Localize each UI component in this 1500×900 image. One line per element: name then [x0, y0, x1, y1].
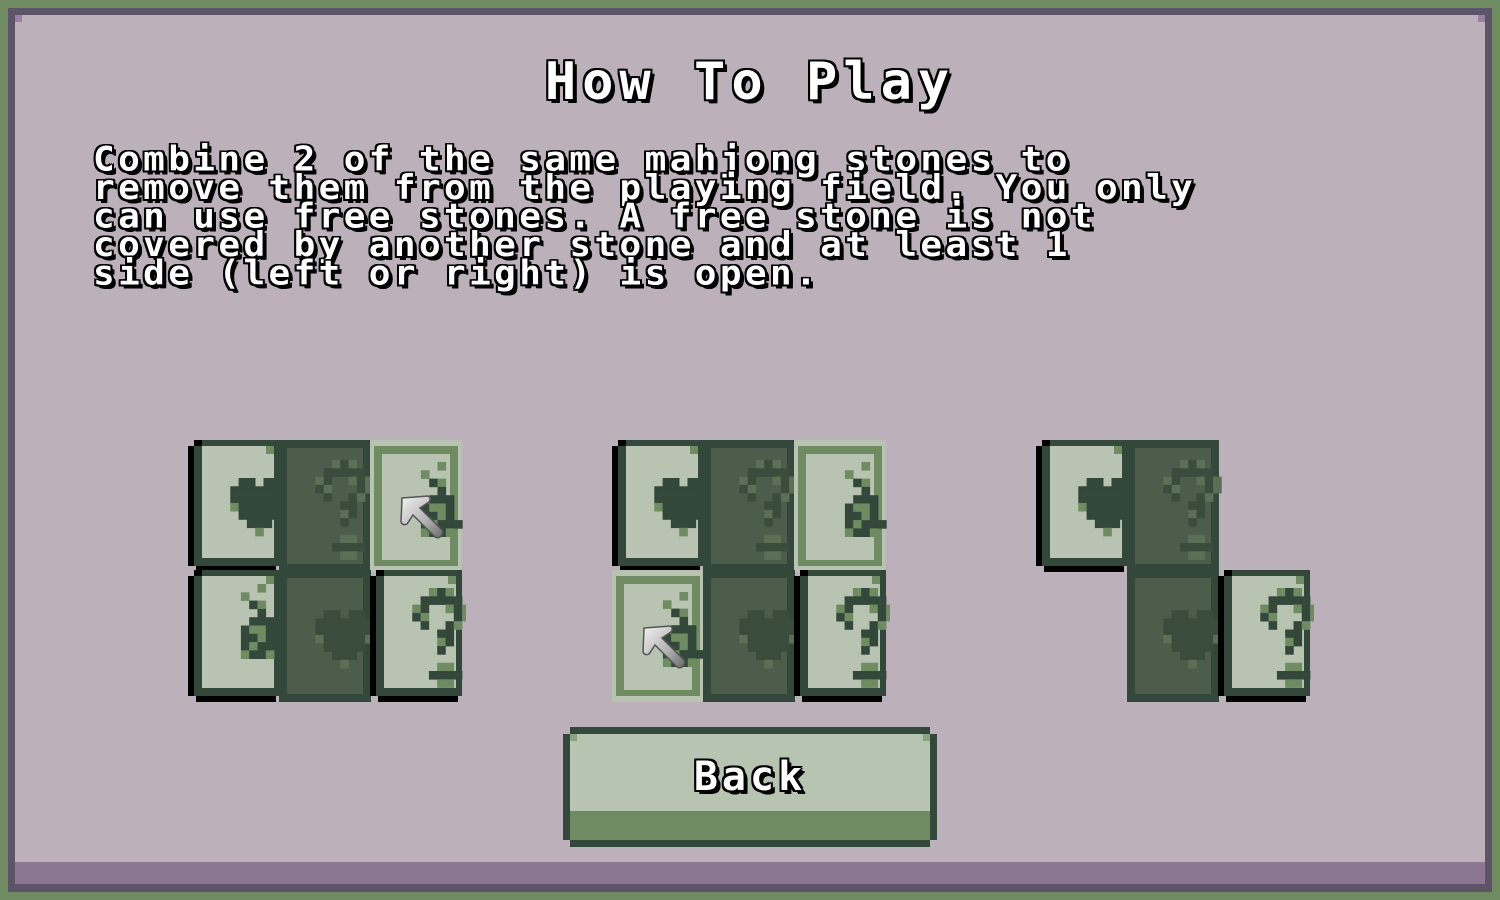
- question-icon: [279, 440, 374, 572]
- panel-corner-dot: [15, 15, 22, 22]
- tile-corner-accent: [266, 576, 274, 584]
- heart-icon: [612, 440, 708, 572]
- tile-corner: [194, 440, 202, 446]
- tile-corner: [800, 570, 808, 576]
- tile-corner: [1042, 440, 1050, 446]
- tile-corner-accent: [266, 446, 274, 454]
- panel-corner-dot: [1478, 15, 1485, 22]
- mahjong-tile-heart-free[interactable]: [1036, 440, 1132, 572]
- bomb-icon: [188, 570, 283, 702]
- back-button[interactable]: Back: [563, 727, 937, 847]
- mahjong-tile-question-blocked[interactable]: [279, 440, 374, 572]
- heart-icon: [703, 570, 798, 702]
- question-icon: [370, 570, 466, 702]
- tile-corner-accent: [690, 446, 698, 454]
- mahjong-tile-question-free[interactable]: [794, 570, 890, 702]
- back-button-label: Back: [693, 754, 807, 800]
- tile-corner-accent: [1114, 446, 1122, 454]
- pointer-cursor-icon: [396, 490, 452, 546]
- question-icon: [703, 440, 798, 572]
- button-corner: [570, 734, 577, 741]
- mahjong-tile-question-free[interactable]: [370, 570, 466, 702]
- mahjong-tile-question-free[interactable]: [1218, 570, 1314, 702]
- heart-icon: [1036, 440, 1132, 572]
- mahjong-tile-bomb-selected[interactable]: [794, 440, 887, 572]
- bomb-icon: [794, 440, 887, 572]
- heart-icon: [1127, 570, 1222, 702]
- mahjong-tile-heart-blocked[interactable]: [279, 570, 374, 702]
- panel-bottom-strip: [15, 862, 1485, 884]
- page-title: How To Play: [544, 52, 956, 112]
- mahjong-tile-heart-free[interactable]: [188, 440, 284, 572]
- tile-corner-accent: [448, 576, 456, 584]
- pointer-cursor-icon: [638, 620, 694, 676]
- question-icon: [794, 570, 890, 702]
- heart-icon: [279, 570, 374, 702]
- button-corner: [923, 734, 930, 741]
- tile-corner-accent: [1296, 576, 1304, 584]
- tile-corner: [618, 440, 626, 446]
- question-icon: [1218, 570, 1314, 702]
- mahjong-tile-bomb-free[interactable]: [188, 570, 283, 702]
- instructions-text: Combine 2 of the same mahjong stones to …: [93, 140, 1197, 294]
- mahjong-tile-heart-blocked[interactable]: [703, 570, 798, 702]
- tile-corner: [376, 570, 384, 576]
- tile-corner: [1224, 570, 1232, 576]
- tile-corner: [194, 570, 202, 576]
- tile-corner-accent: [872, 576, 880, 584]
- mahjong-tile-question-blocked[interactable]: [703, 440, 798, 572]
- button-bottom-shade: [570, 811, 930, 840]
- mahjong-tile-heart-blocked[interactable]: [1127, 570, 1222, 702]
- mahjong-tile-question-blocked[interactable]: [1127, 440, 1222, 572]
- heart-icon: [188, 440, 284, 572]
- question-icon: [1127, 440, 1222, 572]
- mahjong-tile-heart-free[interactable]: [612, 440, 708, 572]
